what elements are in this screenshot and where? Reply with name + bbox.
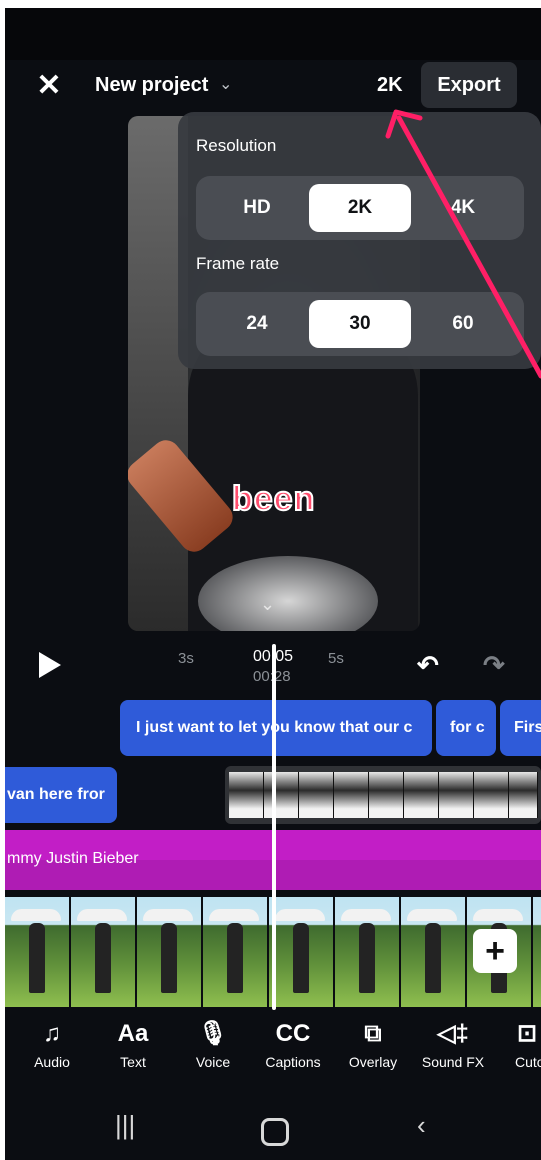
tool-label: Sound FX — [421, 1054, 485, 1070]
video-frame — [269, 897, 335, 1007]
overlay-frame — [369, 772, 404, 818]
tool-voice[interactable]: 🎙︎ Voice — [175, 1018, 251, 1070]
undo-icon[interactable]: ↶ — [417, 650, 439, 681]
timeline-tick: 3s — [178, 650, 194, 667]
redo-icon[interactable]: ↷ — [483, 650, 505, 681]
cc-icon: CC — [275, 1020, 311, 1047]
tool-label: Cuto — [515, 1054, 541, 1070]
caption-clip[interactable]: for c — [436, 700, 496, 756]
sound-fx-icon: ◁‡ — [437, 1020, 469, 1047]
cutout-icon: ⊡ — [517, 1020, 538, 1047]
tool-cutout[interactable]: ⊡ Cuto — [495, 1018, 541, 1070]
android-nav-bar: ||| ‹ — [5, 1098, 541, 1160]
tool-audio[interactable]: ♫ Audio — [14, 1018, 90, 1070]
tool-captions[interactable]: CC Captions — [255, 1018, 331, 1070]
overlay-icon: ⧉ — [364, 1020, 382, 1047]
back-icon[interactable]: ‹ — [417, 1110, 426, 1141]
overlay-frame — [439, 772, 474, 818]
text-aa-icon: Aa — [117, 1020, 149, 1047]
microphone-icon: 🎙︎ — [197, 1020, 229, 1047]
tool-label: Captions — [265, 1054, 321, 1070]
video-frame — [137, 897, 203, 1007]
audio-label: mmy Justin Bieber — [7, 850, 139, 867]
video-frame — [71, 897, 137, 1007]
overlay-frame — [474, 772, 509, 818]
video-frame — [401, 897, 467, 1007]
tool-label: Audio — [34, 1054, 70, 1070]
tool-overlay[interactable]: ⧉ Overlay — [335, 1018, 411, 1070]
timeline-tick: 5s — [328, 650, 344, 667]
tool-text[interactable]: Aa Text — [95, 1018, 171, 1070]
caption-clip[interactable]: I just want to let you know that our c — [120, 700, 432, 756]
playhead[interactable] — [272, 644, 276, 1010]
video-frame — [335, 897, 401, 1007]
recent-apps-icon[interactable]: ||| — [115, 1110, 135, 1141]
phone-screen: ✕ New project ⌄ 2K Export been ⌄ Resolut… — [5, 8, 541, 1160]
overlay-frame — [299, 772, 334, 818]
home-icon[interactable] — [261, 1118, 289, 1146]
play-icon[interactable] — [39, 652, 61, 678]
overlay-frame — [264, 772, 299, 818]
caption-clip[interactable]: Firs — [500, 700, 541, 756]
video-frame — [5, 897, 71, 1007]
bottom-toolbar: ♫ Audio Aa Text 🎙︎ Voice CC Captions ⧉ O… — [5, 1018, 541, 1090]
tool-label: Text — [120, 1054, 146, 1070]
tool-label: Voice — [195, 1054, 231, 1070]
tool-sound-fx[interactable]: ◁‡ Sound FX — [415, 1018, 491, 1070]
overlay-frame — [334, 772, 369, 818]
overlay-frame — [509, 772, 538, 818]
overlay-frame — [229, 772, 264, 818]
music-note-icon: ♫ — [43, 1020, 61, 1047]
overlay-frame — [404, 772, 439, 818]
text-clip[interactable]: van here fror — [5, 767, 117, 823]
add-clip-button[interactable]: + — [473, 929, 517, 973]
tool-label: Overlay — [348, 1054, 398, 1070]
video-frame — [203, 897, 269, 1007]
